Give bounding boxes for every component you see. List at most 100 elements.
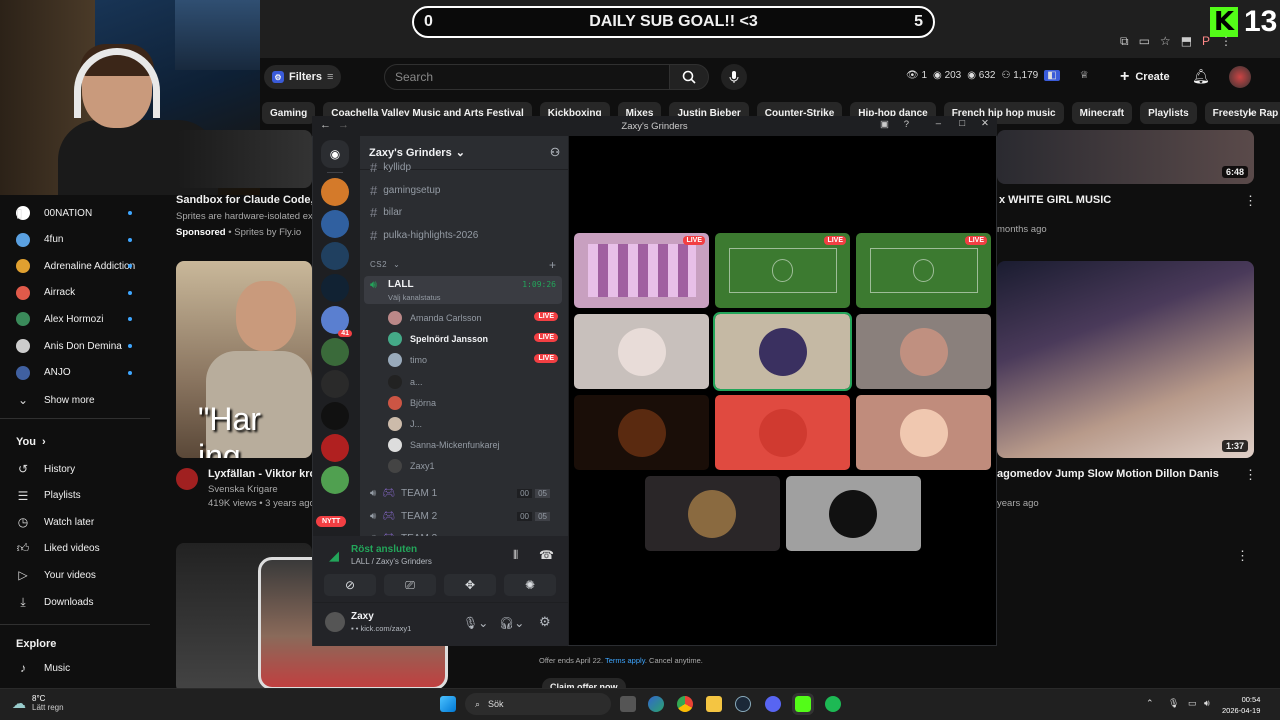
voice-channel-active[interactable]: 🔊︎ LALL 1:09:26 Välj kanalstatus xyxy=(364,276,562,304)
sidebar-subscription[interactable]: Airrack xyxy=(16,285,152,300)
sidebar-subscription[interactable]: Anis Don Demina xyxy=(16,339,152,353)
sidebar-item-playlists[interactable]: ☰ Playlists xyxy=(16,489,152,503)
category-header[interactable]: CS2 ⌄ xyxy=(370,260,400,269)
video-title-1[interactable]: Sandbox for Claude Code, C xyxy=(176,194,325,206)
user-avatar[interactable] xyxy=(325,612,345,632)
server-icon[interactable] xyxy=(321,466,349,494)
voice-location[interactable]: LALL / Zaxy's Grinders xyxy=(351,557,432,566)
user-name[interactable]: Zaxy xyxy=(351,611,374,622)
voice-status-prompt[interactable]: Välj kanalstatus xyxy=(388,293,441,302)
browser-menu-icon[interactable]: ⋮ xyxy=(1220,34,1232,49)
server-icon[interactable] xyxy=(321,178,349,206)
taskbar-search[interactable]: ⌕ Sök xyxy=(465,693,611,715)
voice-member[interactable]: Björna xyxy=(388,395,558,410)
video-menu-icon-4[interactable]: ⋮ xyxy=(1244,467,1257,483)
weather-widget[interactable]: ☁ 8°C Lätt regn xyxy=(12,694,64,712)
translate-icon[interactable]: ⧉ xyxy=(1120,34,1129,49)
filters-button[interactable]: ⚙ Filters ≡ xyxy=(264,65,342,89)
camera-tile[interactable] xyxy=(856,395,991,470)
mute-mic-icon[interactable]: 🎙︎⌄ xyxy=(463,616,488,630)
stream-tile[interactable]: LIVE xyxy=(574,233,709,308)
search-input[interactable]: Search xyxy=(384,64,670,90)
spotify-icon[interactable] xyxy=(825,696,841,712)
sidebar-item-liked-videos[interactable]: 👍︎ Liked videos xyxy=(16,541,152,556)
camera-tile[interactable] xyxy=(715,395,850,470)
video-title-3[interactable]: Lyxfällan - Viktor kros xyxy=(208,468,322,480)
video-thumbnail-1[interactable] xyxy=(176,130,312,188)
camera-tile[interactable] xyxy=(785,476,921,551)
deafen-icon[interactable]: 🎧︎⌄ xyxy=(499,616,524,630)
video-menu-icon-2[interactable]: ⋮ xyxy=(1244,193,1257,209)
sidebar-item-history[interactable]: ↺ History xyxy=(16,462,152,476)
soundboard-button[interactable]: ✺ xyxy=(504,574,556,596)
toggle-camera-button[interactable]: ⊘ xyxy=(324,574,376,596)
account-avatar[interactable] xyxy=(1229,66,1251,88)
sidebar-item-downloads[interactable]: ⤓ Downloads xyxy=(16,595,152,609)
voice-member[interactable]: Amanda Carlsson LIVE xyxy=(388,311,558,325)
voice-member[interactable]: Spelnörd Jansson LIVE xyxy=(388,332,558,347)
category-chip[interactable]: Gaming xyxy=(262,102,316,124)
file-explorer-icon[interactable] xyxy=(706,696,722,712)
team-voice-channel[interactable]: 🔊︎ 🎮︎ TEAM 1 00 05 xyxy=(370,488,560,499)
sidebar-subscription[interactable]: Alex Hormozi xyxy=(16,312,152,327)
server-icon[interactable] xyxy=(321,370,349,398)
tray-mic-icon[interactable]: 🎙︎ xyxy=(1168,698,1179,709)
camera-tile[interactable] xyxy=(574,395,709,470)
inbox-icon[interactable]: ▣ xyxy=(880,119,889,130)
text-channel[interactable]: # gamingsetup xyxy=(370,183,441,198)
camera-tile[interactable] xyxy=(644,476,780,551)
server-icon[interactable] xyxy=(321,434,349,462)
invite-people-icon[interactable]: ⚇ xyxy=(550,146,560,159)
server-icon[interactable]: 41 xyxy=(321,306,352,337)
activities-button[interactable]: ✥ xyxy=(444,574,496,596)
forward-arrow-icon[interactable]: → xyxy=(338,119,349,131)
sidebar-item-watch-later[interactable]: ◷ Watch later xyxy=(16,515,152,529)
video-channel-3[interactable]: Svenska Krigare xyxy=(208,484,278,495)
server-icon[interactable] xyxy=(321,402,349,430)
trophy-icon[interactable]: ♕ xyxy=(1080,70,1089,81)
cast-icon[interactable]: ▭ xyxy=(1139,34,1150,49)
steam-icon[interactable] xyxy=(735,696,751,712)
kick-taskbar-icon[interactable] xyxy=(792,693,814,715)
search-button[interactable] xyxy=(669,64,709,90)
category-chip[interactable]: Minecraft xyxy=(1071,102,1133,124)
bookmark-star-icon[interactable]: ☆ xyxy=(1160,34,1171,49)
voice-member[interactable]: timo LIVE xyxy=(388,353,558,368)
tray-network-icon[interactable]: ▭ xyxy=(1188,698,1197,709)
share-screen-button[interactable]: ⎚ xyxy=(384,574,436,596)
chrome-icon[interactable] xyxy=(677,696,693,712)
video-thumbnail-4[interactable]: 1:37 xyxy=(997,261,1254,458)
edge-icon[interactable] xyxy=(648,696,664,712)
notifications-bell-icon[interactable]: 🔔︎ xyxy=(1192,68,1210,85)
maximize-icon[interactable]: □ xyxy=(959,118,965,129)
team-voice-channel[interactable]: 🔊︎ 🎮︎ TEAM 2 00 05 xyxy=(370,511,560,522)
tray-volume-icon[interactable]: 🔊︎ xyxy=(1204,698,1210,709)
camera-tile[interactable] xyxy=(574,314,709,389)
windows-start-icon[interactable] xyxy=(440,696,456,712)
video-thumbnail-3[interactable]: "Har ing xyxy=(176,261,312,458)
category-chip[interactable]: Playlists xyxy=(1140,102,1197,124)
discord-home-icon[interactable]: ◉ xyxy=(321,140,349,168)
server-icon[interactable] xyxy=(321,338,349,366)
create-button[interactable]: + Create xyxy=(1120,66,1170,88)
sidebar-item-your-videos[interactable]: ▷ Your videos xyxy=(16,568,152,582)
server-icon[interactable] xyxy=(321,274,349,302)
close-icon[interactable]: ✕ xyxy=(981,118,989,129)
soundboard-icon[interactable]: ⦀ xyxy=(513,548,518,563)
video-title-4[interactable]: agomedov Jump Slow Motion Dillon Danis xyxy=(997,468,1219,480)
discord-taskbar-icon[interactable] xyxy=(765,696,781,712)
camera-tile[interactable] xyxy=(713,312,852,391)
voice-member[interactable]: Sanna-Mickenfunkarej xyxy=(388,438,558,453)
text-channel[interactable]: # bilar xyxy=(370,205,402,220)
taskbar-clock[interactable]: 00:54 2026-04-19 xyxy=(1222,694,1260,716)
stream-tile[interactable]: LIVE xyxy=(715,233,850,308)
task-view-icon[interactable] xyxy=(620,696,636,712)
help-icon[interactable]: ? xyxy=(904,119,909,130)
stream-tile[interactable]: LIVE xyxy=(856,233,991,308)
terms-link[interactable]: Terms apply xyxy=(605,656,645,665)
sidebar-subscription[interactable]: ANJO xyxy=(16,365,152,380)
camera-tile[interactable] xyxy=(856,314,991,389)
sidebar-subscription[interactable]: Adrenaline Addiction xyxy=(16,259,152,274)
voice-member[interactable]: Zaxy1 xyxy=(388,459,558,474)
sidebar-item-music[interactable]: ♪ Music xyxy=(16,661,152,675)
